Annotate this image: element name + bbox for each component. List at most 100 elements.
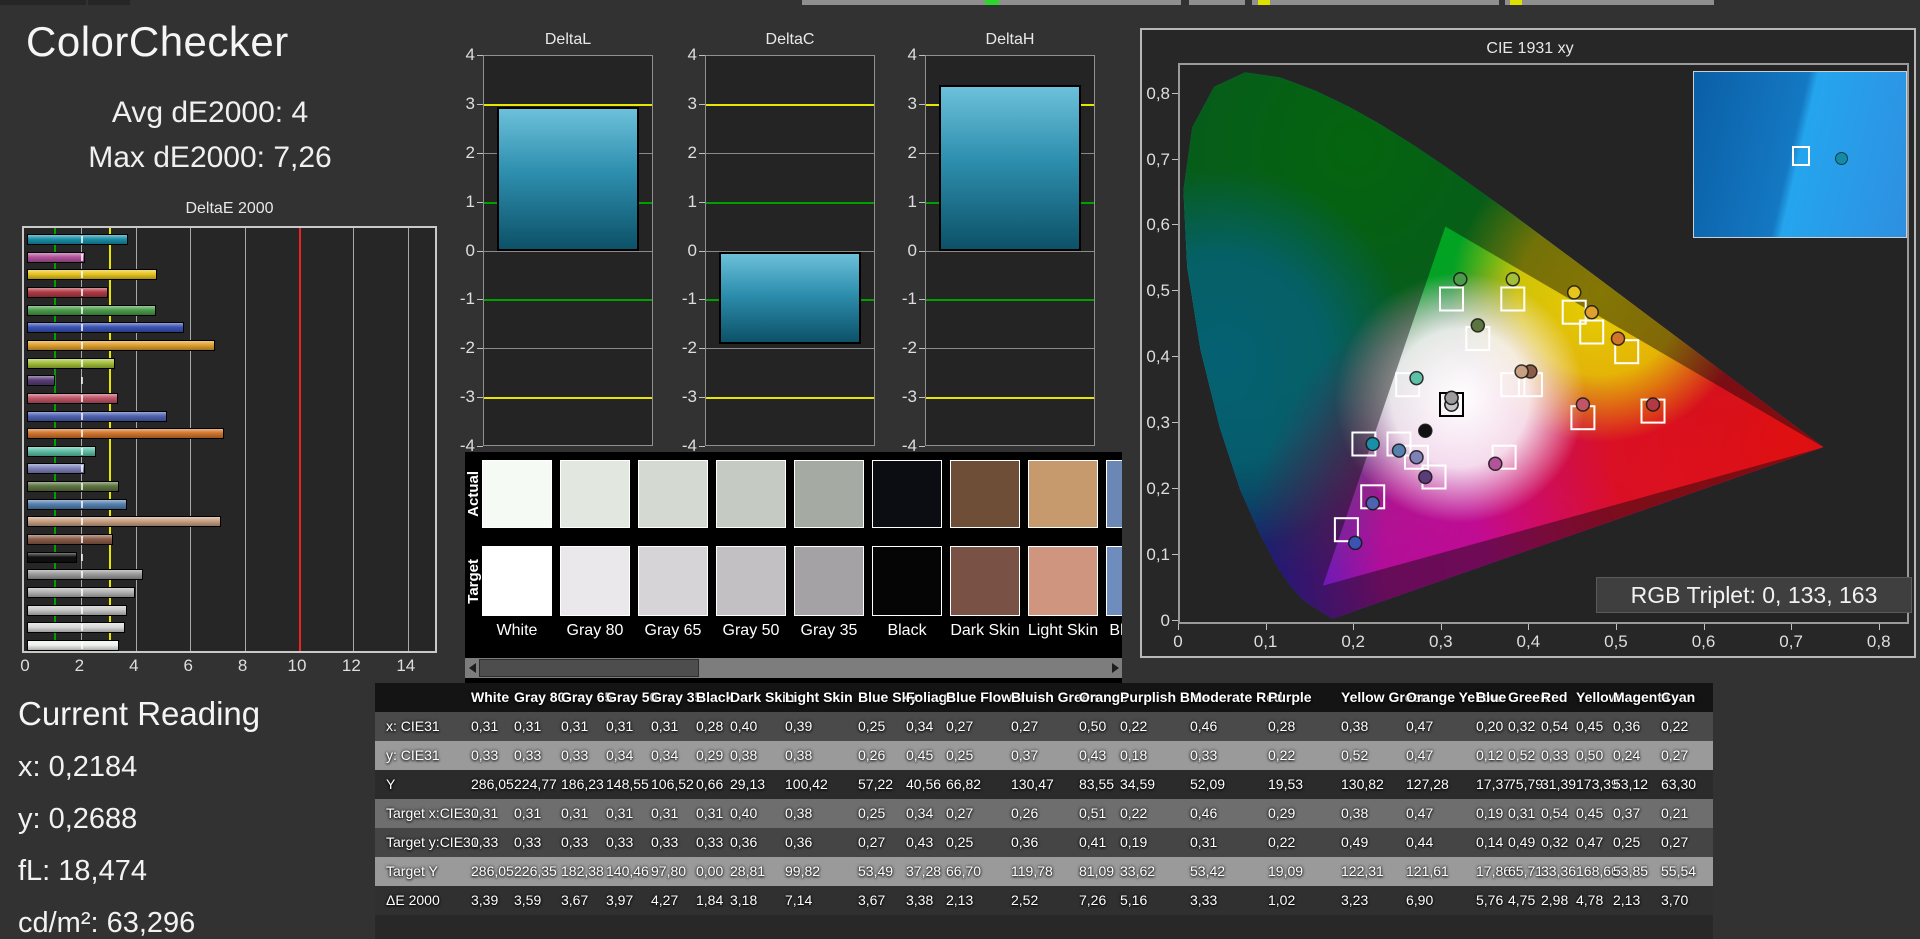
- table-cell: 2,52: [1011, 892, 1039, 908]
- column-header: Blue Sky: [858, 689, 918, 705]
- bar-tick: [81, 571, 84, 579]
- measurement-table: White Gray 80 Gray 65 Gray 50 Gray 35 Black Da…: [375, 683, 1713, 939]
- y-axis-label: 2: [907, 142, 917, 162]
- y-axis-label: 3: [907, 93, 917, 113]
- table-cell: 57,22: [858, 776, 894, 792]
- table-cell: 53,85: [1613, 863, 1649, 879]
- gridline: [484, 103, 652, 106]
- table-cell: 0,25: [946, 834, 974, 850]
- tab-strip-segment: [1270, 0, 1499, 5]
- table-cell: 0,33: [651, 834, 679, 850]
- table-cell: 0,34: [906, 805, 934, 821]
- target-swatch-gray-80: [560, 546, 630, 616]
- table-cell: 2,13: [946, 892, 974, 908]
- cie-y-label: 0,6: [1146, 215, 1170, 235]
- table-cell: 0,46: [1190, 718, 1218, 734]
- bar-tick: [81, 483, 84, 491]
- y-axis-label: -2: [459, 338, 475, 358]
- cie-x-label: 0: [1173, 632, 1183, 651]
- table-cell: 3,38: [906, 892, 934, 908]
- y-tick: [1172, 158, 1178, 160]
- table-cell: 0,22: [1120, 718, 1148, 734]
- table-cell: 0,50: [1576, 747, 1604, 763]
- table-cell: 0,31: [651, 805, 679, 821]
- avg-de2000-label: Avg dE2000: 4: [111, 96, 309, 129]
- table-cell: 33,36: [1541, 863, 1577, 879]
- cie-measured-point-red: [1645, 397, 1661, 412]
- scroll-right-icon: [1111, 663, 1119, 673]
- x-tick: [1353, 624, 1355, 630]
- swatch-scrollbar[interactable]: [465, 658, 1122, 678]
- de2000-bar-purple: [27, 375, 55, 387]
- row-label: y: CIE31: [386, 747, 440, 763]
- reading-y: y: 0,2688: [18, 803, 138, 835]
- y-axis-label: -4: [681, 436, 697, 455]
- delta-chart-title: DeltaC: [765, 31, 815, 48]
- gridline: [926, 348, 1094, 350]
- table-cell: 0,45: [906, 747, 934, 763]
- y-tick: [477, 55, 483, 56]
- actual-swatch-black: [872, 460, 942, 528]
- bar-tick: [81, 288, 84, 296]
- table-cell: 19,53: [1268, 776, 1304, 792]
- column-header: Magenta: [1613, 689, 1670, 705]
- cie-measured-point-blue: [1347, 535, 1363, 551]
- target-row-label-text: Target: [465, 558, 482, 604]
- cie-measured-point-orange-yellow: [1584, 304, 1599, 320]
- table-cell: 0,31: [561, 718, 589, 734]
- table-cell: 168,66: [1576, 863, 1619, 879]
- column-header: Gray 50: [606, 689, 658, 705]
- table-cell: 3,39: [471, 892, 499, 908]
- y-tick: [919, 55, 925, 56]
- scroll-right-button[interactable]: [1108, 658, 1122, 678]
- column-header: Purple: [1268, 689, 1312, 705]
- table-cell: 3,67: [858, 892, 886, 908]
- swatch-label: Gray 50: [722, 622, 780, 639]
- swatch-label: Gray 35: [800, 622, 858, 639]
- bar-tick: [81, 412, 84, 420]
- table-cell: 40,56: [906, 776, 942, 792]
- y-tick: [1172, 488, 1178, 490]
- cie-measured-point-magenta: [1488, 456, 1503, 472]
- table-cell: 0,31: [1508, 805, 1536, 821]
- y-axis-label: -3: [681, 387, 697, 407]
- table-cell: 3,67: [561, 892, 589, 908]
- y-tick: [919, 103, 925, 105]
- y-axis-label: 1: [687, 191, 697, 211]
- de2000-bar-purplish-blue: [27, 410, 168, 422]
- de2000-bar-chart: [22, 226, 437, 653]
- delta-chart-title: DeltaH: [985, 31, 1035, 48]
- x-axis-label: 2: [74, 656, 85, 675]
- de2000-bar-gray-65: [27, 604, 127, 616]
- cie-measured-point-green: [1453, 271, 1468, 287]
- bar-tick: [81, 306, 84, 314]
- swatch-label: Dark Skin: [950, 622, 1020, 639]
- scroll-left-button[interactable]: [465, 658, 479, 678]
- scrollbar-thumb[interactable]: [479, 659, 699, 677]
- y-tick: [919, 201, 925, 203]
- table-cell: 0,33: [561, 747, 589, 763]
- y-axis-label: -3: [901, 387, 917, 407]
- reference-line-red: [299, 228, 301, 651]
- de2000-bar-dark-skin: [27, 534, 114, 546]
- bar-tick: [81, 236, 84, 243]
- table-cell: 7,14: [785, 892, 813, 908]
- table-cell: 37,28: [906, 863, 942, 879]
- y-tick: [699, 152, 705, 154]
- table-cell: 0,22: [1268, 834, 1296, 850]
- column-header: Red: [1541, 689, 1568, 705]
- table-cell: 106,52: [651, 776, 694, 792]
- table-cell: 0,29: [1268, 805, 1296, 821]
- table-cell: 0,31: [471, 718, 499, 734]
- y-axis-label: 0: [907, 240, 917, 260]
- actual-row-label-text: Actual: [465, 471, 482, 517]
- gridline: [407, 228, 409, 651]
- table-cell: 0,36: [785, 834, 813, 850]
- y-axis-label: -3: [459, 387, 475, 407]
- table-cell: 286,05: [471, 776, 514, 792]
- table-cell: 53,49: [858, 863, 894, 879]
- y-axis-label: 0: [687, 240, 697, 260]
- cie-zoom-inset: [1693, 71, 1907, 238]
- current-reading-title: Current Reading: [18, 695, 261, 732]
- table-cell: 0,33: [561, 834, 589, 850]
